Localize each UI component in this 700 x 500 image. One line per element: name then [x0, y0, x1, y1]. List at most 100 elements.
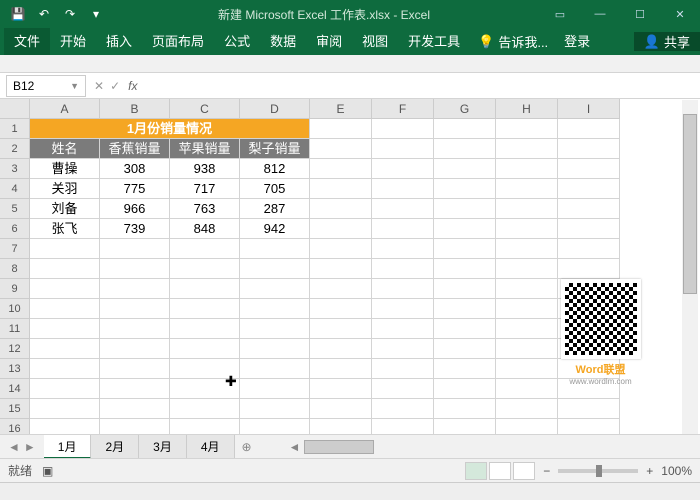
close-icon[interactable]: ✕ [660, 0, 700, 28]
cell[interactable] [310, 379, 372, 399]
cell[interactable] [434, 399, 496, 419]
cell[interactable] [100, 379, 170, 399]
cell[interactable] [240, 279, 310, 299]
tab-视图[interactable]: 视图 [352, 28, 398, 55]
cell[interactable] [170, 299, 240, 319]
cell[interactable] [372, 319, 434, 339]
cell[interactable]: 曹操 [30, 159, 100, 179]
sheet-tab[interactable]: 3月 [139, 435, 187, 459]
cell[interactable] [496, 199, 558, 219]
cell[interactable] [100, 279, 170, 299]
column-header[interactable]: C [170, 99, 240, 119]
cell[interactable] [30, 339, 100, 359]
view-layout-button[interactable] [489, 462, 511, 480]
cell[interactable] [30, 319, 100, 339]
cell[interactable] [434, 259, 496, 279]
cell[interactable] [100, 319, 170, 339]
cell[interactable]: 966 [100, 199, 170, 219]
cell[interactable] [310, 119, 372, 139]
cell[interactable] [372, 399, 434, 419]
cell[interactable]: 香蕉销量 [100, 139, 170, 159]
cell[interactable] [434, 179, 496, 199]
cell[interactable] [434, 379, 496, 399]
column-header[interactable]: H [496, 99, 558, 119]
cell[interactable]: 287 [240, 199, 310, 219]
tab-审阅[interactable]: 审阅 [306, 28, 352, 55]
cell[interactable] [434, 239, 496, 259]
row-header[interactable]: 1 [0, 119, 30, 139]
redo-icon[interactable]: ↷ [58, 3, 82, 25]
row-header[interactable]: 12 [0, 339, 30, 359]
cell[interactable] [30, 299, 100, 319]
cell[interactable]: 942 [240, 219, 310, 239]
cell[interactable] [30, 379, 100, 399]
cell[interactable]: 梨子销量 [240, 139, 310, 159]
cell[interactable]: 812 [240, 159, 310, 179]
cell[interactable] [100, 259, 170, 279]
cell[interactable] [372, 219, 434, 239]
cancel-icon[interactable]: ✕ [94, 79, 104, 93]
cell[interactable] [310, 139, 372, 159]
cell[interactable] [372, 119, 434, 139]
select-all-corner[interactable] [0, 99, 30, 119]
fx-icon[interactable]: fx [128, 79, 137, 93]
cell[interactable] [372, 199, 434, 219]
cell[interactable] [558, 219, 620, 239]
sheet-tab[interactable]: 1月 [44, 435, 92, 459]
cell[interactable] [310, 359, 372, 379]
cell[interactable] [496, 259, 558, 279]
cell[interactable]: 关羽 [30, 179, 100, 199]
cell[interactable] [30, 279, 100, 299]
cell[interactable] [558, 399, 620, 419]
tab-file[interactable]: 文件 [4, 28, 50, 55]
cell[interactable] [372, 379, 434, 399]
cell[interactable] [558, 139, 620, 159]
cell[interactable] [496, 319, 558, 339]
cell[interactable] [30, 359, 100, 379]
cell[interactable] [558, 199, 620, 219]
tab-数据[interactable]: 数据 [260, 28, 306, 55]
column-header[interactable]: I [558, 99, 620, 119]
record-macro-icon[interactable]: ▣ [42, 464, 53, 478]
cell[interactable] [240, 379, 310, 399]
column-header[interactable]: E [310, 99, 372, 119]
tab-页面布局[interactable]: 页面布局 [142, 28, 214, 55]
view-pagebreak-button[interactable] [513, 462, 535, 480]
cell[interactable] [170, 279, 240, 299]
cell[interactable] [434, 199, 496, 219]
cell[interactable] [558, 119, 620, 139]
cell[interactable] [434, 279, 496, 299]
zoom-out-icon[interactable]: − [543, 464, 550, 478]
cell[interactable] [240, 359, 310, 379]
cell[interactable] [310, 339, 372, 359]
cell[interactable] [310, 399, 372, 419]
row-header[interactable]: 8 [0, 259, 30, 279]
cell[interactable] [558, 159, 620, 179]
cell[interactable] [310, 299, 372, 319]
cell[interactable]: 739 [100, 219, 170, 239]
column-header[interactable]: D [240, 99, 310, 119]
cell[interactable]: 308 [100, 159, 170, 179]
cell[interactable] [310, 159, 372, 179]
cell[interactable] [240, 239, 310, 259]
add-sheet-button[interactable]: ⊕ [235, 440, 259, 454]
cell[interactable]: 姓名 [30, 139, 100, 159]
cell[interactable] [30, 239, 100, 259]
cell[interactable]: 张飞 [30, 219, 100, 239]
cell[interactable] [496, 299, 558, 319]
cell[interactable] [100, 359, 170, 379]
row-header[interactable]: 15 [0, 399, 30, 419]
row-header[interactable]: 9 [0, 279, 30, 299]
cell[interactable] [372, 159, 434, 179]
cell[interactable] [558, 259, 620, 279]
confirm-icon[interactable]: ✓ [110, 79, 120, 93]
cell[interactable] [496, 359, 558, 379]
horizontal-scrollbar[interactable]: ◄ [289, 439, 700, 455]
cell[interactable] [240, 299, 310, 319]
cell[interactable] [100, 299, 170, 319]
cell[interactable] [310, 279, 372, 299]
cell[interactable]: 763 [170, 199, 240, 219]
cell[interactable]: 775 [100, 179, 170, 199]
row-header[interactable]: 5 [0, 199, 30, 219]
cell[interactable] [558, 239, 620, 259]
